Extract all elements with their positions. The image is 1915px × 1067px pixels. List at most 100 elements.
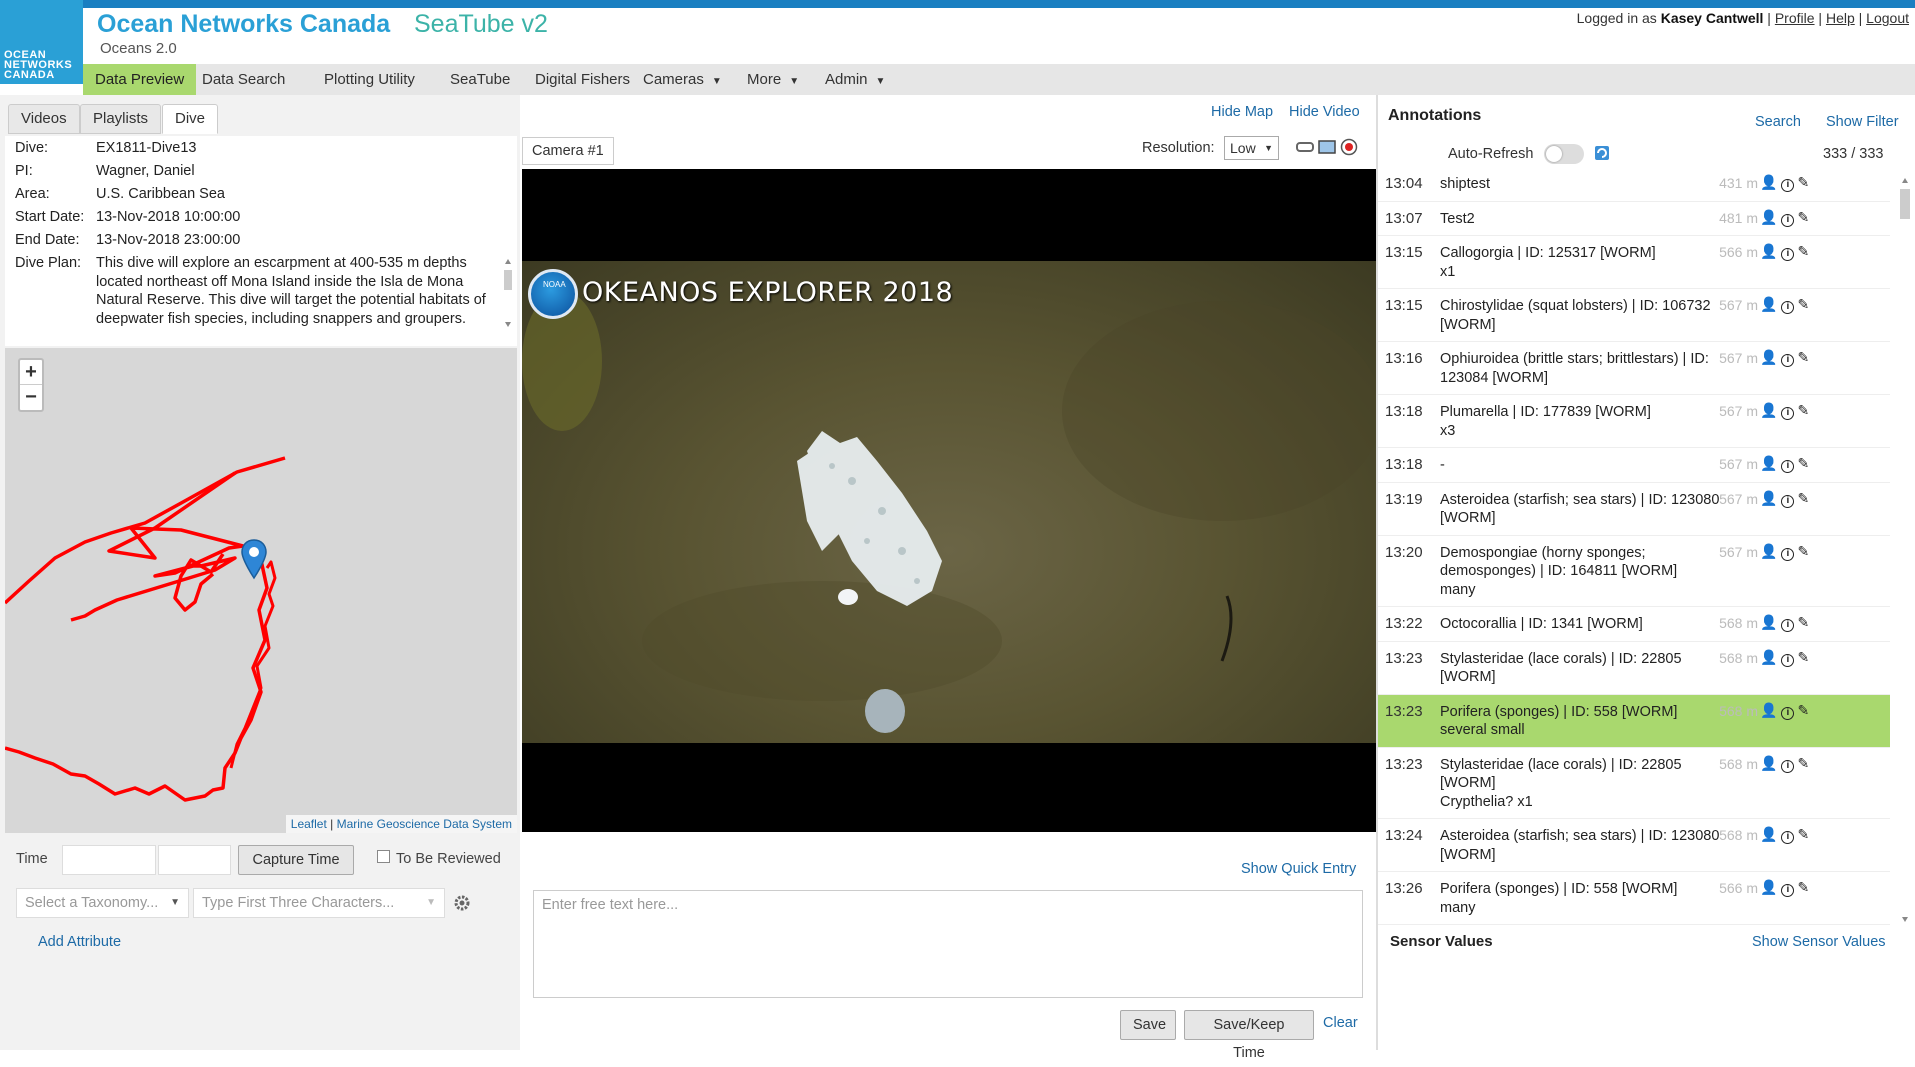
tab-camera-1[interactable]: Camera #1	[522, 137, 614, 165]
edit-icon[interactable]: ✎	[1797, 614, 1809, 630]
leaflet-link[interactable]: Leaflet	[291, 817, 327, 831]
user-icon[interactable]: 👤	[1760, 649, 1777, 665]
tab-playlists[interactable]: Playlists	[80, 104, 162, 134]
info-icon[interactable]: i	[1781, 706, 1795, 720]
hide-map-link[interactable]: Hide Map	[1211, 104, 1273, 120]
edit-icon[interactable]: ✎	[1797, 349, 1809, 365]
annotation-row[interactable]: 13:18 - 567 m 👤 i ✎	[1378, 448, 1890, 483]
info-icon[interactable]: i	[1781, 653, 1795, 667]
nav-admin[interactable]: Admin ▼	[813, 64, 897, 95]
nav-digital-fishers[interactable]: Digital Fishers	[523, 64, 642, 95]
nav-plotting-utility[interactable]: Plotting Utility	[312, 64, 427, 95]
user-icon[interactable]: 👤	[1760, 455, 1777, 471]
tab-dive[interactable]: Dive	[162, 104, 219, 134]
user-icon[interactable]: 👤	[1760, 174, 1777, 190]
video-player[interactable]: NOAA OKEANOS EXPLORER 2018	[522, 169, 1376, 832]
edit-icon[interactable]: ✎	[1797, 296, 1809, 312]
annotation-row[interactable]: 13:24 Asteroidea (starfish; sea stars) | …	[1378, 819, 1890, 872]
info-icon[interactable]: i	[1781, 884, 1795, 897]
info-icon[interactable]: i	[1781, 179, 1795, 192]
time-hours-input[interactable]	[62, 845, 156, 875]
resolution-select[interactable]: Low ▼	[1224, 136, 1279, 160]
edit-icon[interactable]: ✎	[1797, 209, 1809, 225]
annotation-row[interactable]: 13:23 Stylasteridae (lace corals) | ID: 2…	[1378, 642, 1890, 695]
annotation-row[interactable]: 13:07 Test2 481 m 👤 i ✎	[1378, 202, 1890, 236]
annotation-row[interactable]: 13:23 Stylasteridae (lace corals) | ID: 2…	[1378, 748, 1890, 819]
user-icon[interactable]: 👤	[1760, 543, 1777, 559]
annotation-row[interactable]: 13:04 shiptest 431 m 👤 i ✎	[1378, 167, 1890, 202]
save-button[interactable]: Save	[1120, 1010, 1176, 1040]
edit-icon[interactable]: ✎	[1797, 543, 1809, 559]
info-icon[interactable]: i	[1781, 831, 1795, 844]
onc-logo[interactable]: OCEAN NETWORKS CANADA	[0, 0, 83, 84]
annotation-row[interactable]: 13:16 Ophiuroidea (brittle stars; brittle…	[1378, 342, 1890, 395]
capture-time-button[interactable]: Capture Time	[238, 845, 354, 875]
user-icon[interactable]: 👤	[1760, 826, 1777, 842]
mgds-link[interactable]: Marine Geoscience Data System	[337, 817, 512, 831]
nav-data-search[interactable]: Data Search	[190, 64, 297, 95]
user-icon[interactable]: 👤	[1760, 702, 1777, 718]
info-icon[interactable]: i	[1781, 619, 1795, 632]
taxonomy-select[interactable]: Select a Taxonomy... ▼	[16, 888, 189, 918]
annotation-row[interactable]: 13:22 Octocorallia | ID: 1341 [WORM] 568 m…	[1378, 607, 1890, 642]
user-icon[interactable]: 👤	[1760, 614, 1777, 630]
dive-plan-scrollbar[interactable]	[503, 258, 513, 328]
show-sensor-values-link[interactable]: Show Sensor Values	[1752, 934, 1886, 950]
add-attribute-link[interactable]: Add Attribute	[38, 934, 121, 950]
nav-data-preview[interactable]: Data Preview	[83, 64, 197, 95]
nav-cameras[interactable]: Cameras ▼	[631, 64, 734, 95]
edit-icon[interactable]: ✎	[1797, 879, 1809, 895]
gear-icon[interactable]	[454, 895, 470, 911]
show-filter-link[interactable]: Show Filter	[1826, 114, 1899, 130]
to-be-reviewed-checkbox[interactable]	[377, 850, 390, 863]
annotation-search-link[interactable]: Search	[1755, 114, 1801, 130]
edit-icon[interactable]: ✎	[1797, 402, 1809, 418]
nav-more[interactable]: More ▼	[735, 64, 811, 95]
annotation-row[interactable]: 13:15 Callogorgia | ID: 125317 [WORM] x1 5…	[1378, 236, 1890, 289]
screenshot-icon[interactable]	[1318, 139, 1336, 155]
clear-link[interactable]: Clear	[1323, 1015, 1358, 1031]
edit-icon[interactable]: ✎	[1797, 455, 1809, 471]
user-icon[interactable]: 👤	[1760, 243, 1777, 259]
link-icon[interactable]	[1296, 140, 1314, 154]
info-icon[interactable]: i	[1781, 301, 1795, 314]
annotation-row[interactable]: 13:15 Chirostylidae (squat lobsters) | ID…	[1378, 289, 1890, 342]
save-keep-time-button[interactable]: Save/Keep Time	[1184, 1010, 1314, 1061]
annotation-scrollbar[interactable]	[1899, 175, 1911, 925]
nav-seatube[interactable]: SeaTube	[438, 64, 522, 95]
annotation-row[interactable]: 13:19 Asteroidea (starfish; sea stars) | …	[1378, 483, 1890, 536]
annotation-row[interactable]: 13:20 Demospongiae (horny sponges; demosp…	[1378, 536, 1890, 607]
logout-link[interactable]: Logout	[1866, 10, 1909, 26]
hide-video-link[interactable]: Hide Video	[1289, 104, 1360, 120]
user-icon[interactable]: 👤	[1760, 349, 1777, 365]
user-icon[interactable]: 👤	[1760, 402, 1777, 418]
edit-icon[interactable]: ✎	[1797, 702, 1809, 718]
info-icon[interactable]: i	[1781, 759, 1795, 773]
annotation-row[interactable]: 13:23 Porifera (sponges) | ID: 558 [WORM]…	[1378, 694, 1890, 748]
info-icon[interactable]: i	[1781, 460, 1795, 473]
info-icon[interactable]: i	[1781, 213, 1795, 227]
user-icon[interactable]: 👤	[1760, 296, 1777, 312]
annotation-row[interactable]: 13:18 Plumarella | ID: 177839 [WORM] x3 56…	[1378, 395, 1890, 448]
record-icon[interactable]	[1340, 138, 1358, 156]
profile-link[interactable]: Profile	[1775, 10, 1815, 26]
user-icon[interactable]: 👤	[1760, 755, 1777, 771]
info-icon[interactable]: i	[1781, 407, 1795, 420]
map-marker-icon[interactable]	[240, 538, 268, 582]
taxon-search-input[interactable]: Type First Three Characters... ▼	[193, 888, 445, 918]
show-quick-entry-link[interactable]: Show Quick Entry	[1241, 861, 1356, 877]
info-icon[interactable]: i	[1781, 354, 1795, 367]
auto-refresh-toggle[interactable]	[1544, 144, 1584, 164]
user-icon[interactable]: 👤	[1760, 879, 1777, 895]
brand-title[interactable]: Ocean Networks Canada	[97, 10, 390, 39]
edit-icon[interactable]: ✎	[1797, 243, 1809, 259]
user-icon[interactable]: 👤	[1760, 209, 1777, 225]
free-text-area[interactable]: Enter free text here...	[533, 890, 1363, 998]
edit-icon[interactable]: ✎	[1797, 755, 1809, 771]
info-icon[interactable]: i	[1781, 494, 1795, 508]
edit-icon[interactable]: ✎	[1797, 649, 1809, 665]
video-frame[interactable]: NOAA OKEANOS EXPLORER 2018	[522, 261, 1376, 743]
info-icon[interactable]: i	[1781, 547, 1795, 561]
info-icon[interactable]: i	[1781, 248, 1795, 261]
edit-icon[interactable]: ✎	[1797, 490, 1809, 506]
